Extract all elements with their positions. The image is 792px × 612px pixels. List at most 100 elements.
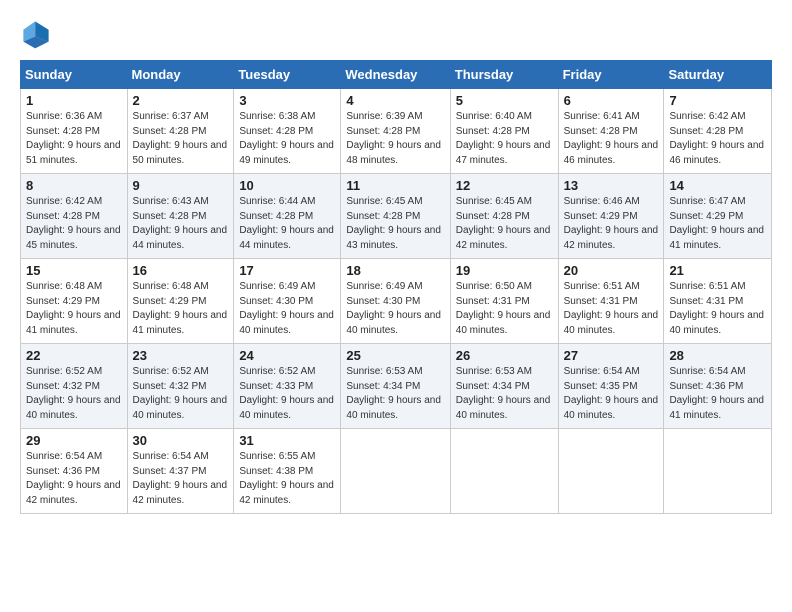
day-cell: 6 Sunrise: 6:41 AMSunset: 4:28 PMDaylight… — [558, 89, 664, 174]
day-number: 8 — [26, 178, 122, 193]
day-cell: 17 Sunrise: 6:49 AMSunset: 4:30 PMDayligh… — [234, 259, 341, 344]
day-number: 14 — [669, 178, 766, 193]
day-cell — [664, 429, 772, 514]
day-number: 17 — [239, 263, 335, 278]
day-number: 25 — [346, 348, 444, 363]
day-info: Sunrise: 6:51 AMSunset: 4:31 PMDaylight:… — [669, 280, 766, 338]
week-row-4: 22Sunrise: 6:52 AMSunset: 4:32 PMDayligh… — [21, 344, 772, 429]
day-info: Sunrise: 6:49 AMSunset: 4:30 PMDaylight:… — [346, 280, 444, 338]
day-info: Sunrise: 6:54 AMSunset: 4:35 PMDaylight:… — [564, 365, 659, 423]
day-info: Sunrise: 6:48 AMSunset: 4:29 PMDaylight:… — [133, 280, 229, 338]
day-info: Sunrise: 6:46 AMSunset: 4:29 PMDaylight:… — [564, 195, 659, 253]
day-info: Sunrise: 6:36 AMSunset: 4:28 PMDaylight:… — [26, 110, 122, 168]
day-info: Sunrise: 6:54 AMSunset: 4:36 PMDaylight:… — [669, 365, 766, 423]
day-info: Sunrise: 6:54 AMSunset: 4:36 PMDaylight:… — [26, 450, 122, 508]
day-info: Sunrise: 6:42 AMSunset: 4:28 PMDaylight:… — [669, 110, 766, 168]
day-info: Sunrise: 6:48 AMSunset: 4:29 PMDaylight:… — [26, 280, 122, 338]
week-row-2: 8 Sunrise: 6:42 AMSunset: 4:28 PMDaylight… — [21, 174, 772, 259]
day-info: Sunrise: 6:40 AMSunset: 4:28 PMDaylight:… — [456, 110, 553, 168]
day-cell: 16Sunrise: 6:48 AMSunset: 4:29 PMDayligh… — [127, 259, 234, 344]
day-number: 30 — [133, 433, 229, 448]
day-cell: 20Sunrise: 6:51 AMSunset: 4:31 PMDayligh… — [558, 259, 664, 344]
day-info: Sunrise: 6:43 AMSunset: 4:28 PMDaylight:… — [133, 195, 229, 253]
day-number: 2 — [133, 93, 229, 108]
day-number: 7 — [669, 93, 766, 108]
col-header-wednesday: Wednesday — [341, 61, 450, 89]
day-cell: 15 Sunrise: 6:48 AMSunset: 4:29 PMDayligh… — [21, 259, 128, 344]
day-cell: 23 Sunrise: 6:52 AMSunset: 4:32 PMDayligh… — [127, 344, 234, 429]
day-number: 5 — [456, 93, 553, 108]
logo — [20, 18, 56, 50]
day-cell: 28 Sunrise: 6:54 AMSunset: 4:36 PMDayligh… — [664, 344, 772, 429]
day-number: 3 — [239, 93, 335, 108]
day-number: 6 — [564, 93, 659, 108]
day-cell: 13 Sunrise: 6:46 AMSunset: 4:29 PMDayligh… — [558, 174, 664, 259]
day-info: Sunrise: 6:38 AMSunset: 4:28 PMDaylight:… — [239, 110, 335, 168]
day-number: 21 — [669, 263, 766, 278]
day-number: 10 — [239, 178, 335, 193]
day-cell: 22Sunrise: 6:52 AMSunset: 4:32 PMDayligh… — [21, 344, 128, 429]
day-cell: 8 Sunrise: 6:42 AMSunset: 4:28 PMDaylight… — [21, 174, 128, 259]
day-cell: 19 Sunrise: 6:50 AMSunset: 4:31 PMDayligh… — [450, 259, 558, 344]
day-cell: 24 Sunrise: 6:52 AMSunset: 4:33 PMDayligh… — [234, 344, 341, 429]
day-number: 15 — [26, 263, 122, 278]
day-number: 29 — [26, 433, 122, 448]
day-info: Sunrise: 6:53 AMSunset: 4:34 PMDaylight:… — [456, 365, 553, 423]
day-number: 13 — [564, 178, 659, 193]
day-cell: 14 Sunrise: 6:47 AMSunset: 4:29 PMDayligh… — [664, 174, 772, 259]
day-number: 1 — [26, 93, 122, 108]
day-cell: 5 Sunrise: 6:40 AMSunset: 4:28 PMDaylight… — [450, 89, 558, 174]
day-number: 19 — [456, 263, 553, 278]
header — [20, 18, 772, 50]
day-cell: 9 Sunrise: 6:43 AMSunset: 4:28 PMDaylight… — [127, 174, 234, 259]
day-cell: 3 Sunrise: 6:38 AMSunset: 4:28 PMDaylight… — [234, 89, 341, 174]
day-cell: 25 Sunrise: 6:53 AMSunset: 4:34 PMDayligh… — [341, 344, 450, 429]
day-cell: 10 Sunrise: 6:44 AMSunset: 4:28 PMDayligh… — [234, 174, 341, 259]
col-header-saturday: Saturday — [664, 61, 772, 89]
day-info: Sunrise: 6:53 AMSunset: 4:34 PMDaylight:… — [346, 365, 444, 423]
day-cell — [450, 429, 558, 514]
day-cell: 12Sunrise: 6:45 AMSunset: 4:28 PMDayligh… — [450, 174, 558, 259]
day-cell: 18 Sunrise: 6:49 AMSunset: 4:30 PMDayligh… — [341, 259, 450, 344]
day-cell — [558, 429, 664, 514]
day-cell: 26 Sunrise: 6:53 AMSunset: 4:34 PMDayligh… — [450, 344, 558, 429]
day-number: 18 — [346, 263, 444, 278]
col-header-monday: Monday — [127, 61, 234, 89]
col-header-sunday: Sunday — [21, 61, 128, 89]
day-cell: 7 Sunrise: 6:42 AMSunset: 4:28 PMDaylight… — [664, 89, 772, 174]
day-info: Sunrise: 6:52 AMSunset: 4:32 PMDaylight:… — [26, 365, 122, 423]
day-number: 9 — [133, 178, 229, 193]
day-cell: 2 Sunrise: 6:37 AMSunset: 4:28 PMDaylight… — [127, 89, 234, 174]
day-info: Sunrise: 6:50 AMSunset: 4:31 PMDaylight:… — [456, 280, 553, 338]
day-info: Sunrise: 6:49 AMSunset: 4:30 PMDaylight:… — [239, 280, 335, 338]
day-info: Sunrise: 6:54 AMSunset: 4:37 PMDaylight:… — [133, 450, 229, 508]
day-number: 11 — [346, 178, 444, 193]
day-cell: 11 Sunrise: 6:45 AMSunset: 4:28 PMDayligh… — [341, 174, 450, 259]
day-number: 20 — [564, 263, 659, 278]
day-info: Sunrise: 6:52 AMSunset: 4:32 PMDaylight:… — [133, 365, 229, 423]
day-cell: 1 Sunrise: 6:36 AMSunset: 4:28 PMDaylight… — [21, 89, 128, 174]
day-info: Sunrise: 6:41 AMSunset: 4:28 PMDaylight:… — [564, 110, 659, 168]
day-info: Sunrise: 6:45 AMSunset: 4:28 PMDaylight:… — [456, 195, 553, 253]
day-info: Sunrise: 6:45 AMSunset: 4:28 PMDaylight:… — [346, 195, 444, 253]
day-info: Sunrise: 6:44 AMSunset: 4:28 PMDaylight:… — [239, 195, 335, 253]
col-header-thursday: Thursday — [450, 61, 558, 89]
week-row-3: 15 Sunrise: 6:48 AMSunset: 4:29 PMDayligh… — [21, 259, 772, 344]
day-info: Sunrise: 6:37 AMSunset: 4:28 PMDaylight:… — [133, 110, 229, 168]
day-cell: 27Sunrise: 6:54 AMSunset: 4:35 PMDayligh… — [558, 344, 664, 429]
calendar-table: SundayMondayTuesdayWednesdayThursdayFrid… — [20, 60, 772, 514]
day-number: 24 — [239, 348, 335, 363]
logo-icon — [20, 18, 52, 50]
day-cell — [341, 429, 450, 514]
day-cell: 30 Sunrise: 6:54 AMSunset: 4:37 PMDayligh… — [127, 429, 234, 514]
day-number: 23 — [133, 348, 229, 363]
day-number: 28 — [669, 348, 766, 363]
week-row-1: 1 Sunrise: 6:36 AMSunset: 4:28 PMDaylight… — [21, 89, 772, 174]
day-info: Sunrise: 6:39 AMSunset: 4:28 PMDaylight:… — [346, 110, 444, 168]
day-number: 4 — [346, 93, 444, 108]
day-info: Sunrise: 6:47 AMSunset: 4:29 PMDaylight:… — [669, 195, 766, 253]
day-info: Sunrise: 6:52 AMSunset: 4:33 PMDaylight:… — [239, 365, 335, 423]
day-cell: 31Sunrise: 6:55 AMSunset: 4:38 PMDayligh… — [234, 429, 341, 514]
day-info: Sunrise: 6:42 AMSunset: 4:28 PMDaylight:… — [26, 195, 122, 253]
day-number: 26 — [456, 348, 553, 363]
